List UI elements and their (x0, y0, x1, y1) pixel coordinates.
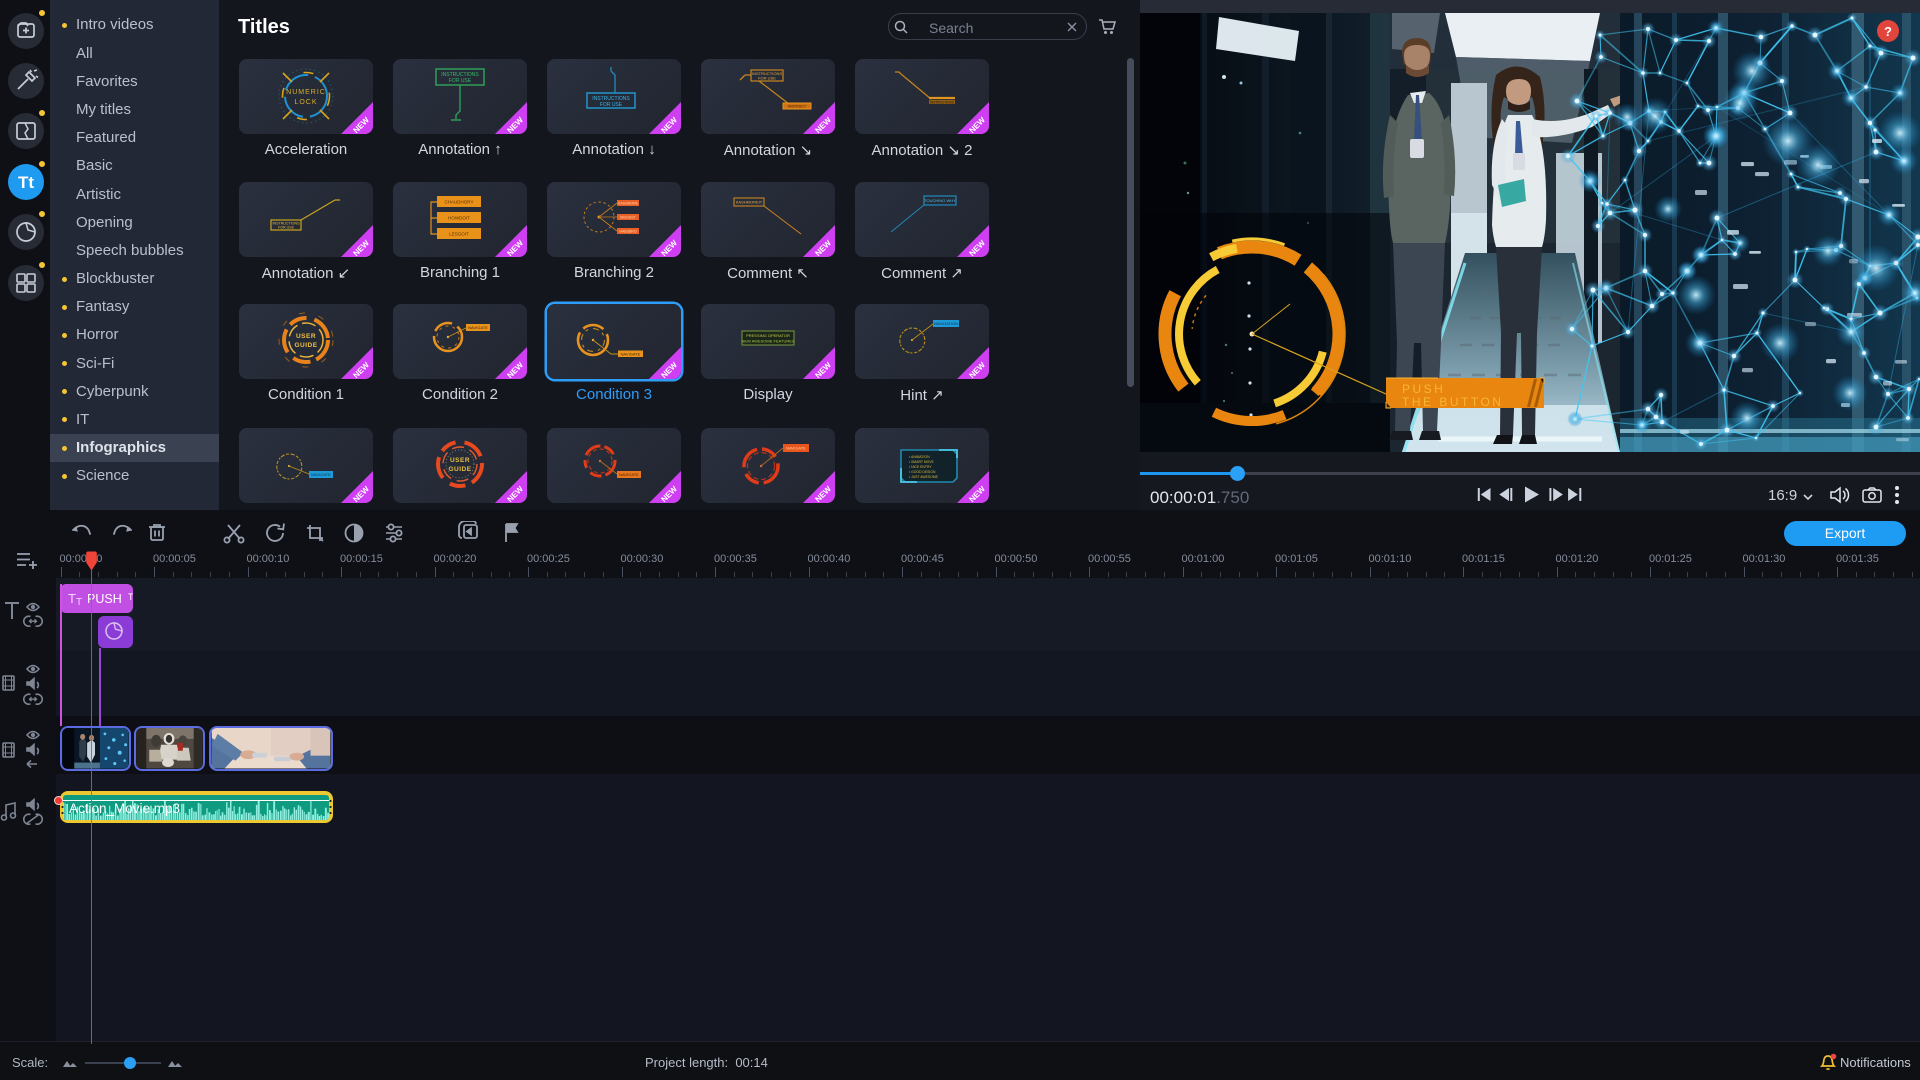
svg-text:THE BUTTON: THE BUTTON (1402, 395, 1503, 409)
svg-text:NUMERIC: NUMERIC (286, 89, 326, 96)
svg-text:BIGGEST: BIGGEST (620, 216, 636, 220)
svg-text:NAVIGATE: NAVIGATE (621, 352, 641, 357)
svg-text:PUSH: PUSH (1402, 382, 1445, 396)
svg-text:NEW AWESOME FEATURES: NEW AWESOME FEATURES (741, 339, 794, 344)
svg-text:GUIDE: GUIDE (448, 466, 471, 473)
svg-text:FOR USE: FOR USE (449, 78, 472, 84)
svg-text:FOR USE: FOR USE (278, 226, 295, 230)
svg-text:T: T (128, 592, 133, 602)
svg-text:• SMART MOVE: • SMART MOVE (909, 460, 935, 464)
svg-text:NAVIGATION: NAVIGATION (934, 321, 958, 326)
svg-text:USER: USER (450, 457, 470, 464)
svg-text:KASHMORE: KASHMORE (618, 202, 639, 206)
svg-text:INSTRUCTIONS: INSTRUCTIONS (930, 101, 954, 105)
svg-text:NAVIGATE: NAVIGATE (786, 446, 806, 451)
svg-text:T: T (68, 591, 76, 606)
svg-text:?: ? (1884, 24, 1892, 39)
svg-text:TOUCHING WHY: TOUCHING WHY (924, 198, 956, 203)
svg-text:Tt: Tt (18, 173, 34, 192)
svg-text:• GOOD DESIGN: • GOOD DESIGN (909, 470, 936, 474)
svg-text:HOWDOIT: HOWDOIT (448, 216, 470, 221)
svg-text:LESGOIT: LESGOIT (449, 232, 469, 237)
svg-text:CHAUDHORY: CHAUDHORY (445, 200, 474, 205)
svg-text:• NICE ENTRY: • NICE ENTRY (909, 465, 932, 469)
svg-text:KASHMOREIT: KASHMOREIT (736, 200, 763, 205)
svg-text:T: T (76, 597, 82, 608)
svg-text:USER: USER (296, 333, 316, 340)
svg-text:LOCK: LOCK (294, 99, 317, 106)
svg-text:GUIDE: GUIDE (294, 342, 317, 349)
svg-text:INSTRUCT: INSTRUCT (788, 105, 807, 109)
svg-text:• JUST AWESOME: • JUST AWESOME (909, 475, 939, 479)
svg-text:PRESSING OPERATOR: PRESSING OPERATOR (746, 333, 790, 338)
svg-text:NAVIGATE: NAVIGATE (619, 472, 639, 477)
svg-text:HABSBRO: HABSBRO (619, 230, 636, 234)
svg-text:FOR USE: FOR USE (600, 102, 623, 108)
svg-text:FOR USE: FOR USE (758, 76, 776, 81)
svg-text:NAVIGATE: NAVIGATE (311, 472, 331, 477)
svg-text:• ANIMATION: • ANIMATION (909, 455, 930, 459)
svg-text:NAVIGATE: NAVIGATE (468, 325, 488, 330)
